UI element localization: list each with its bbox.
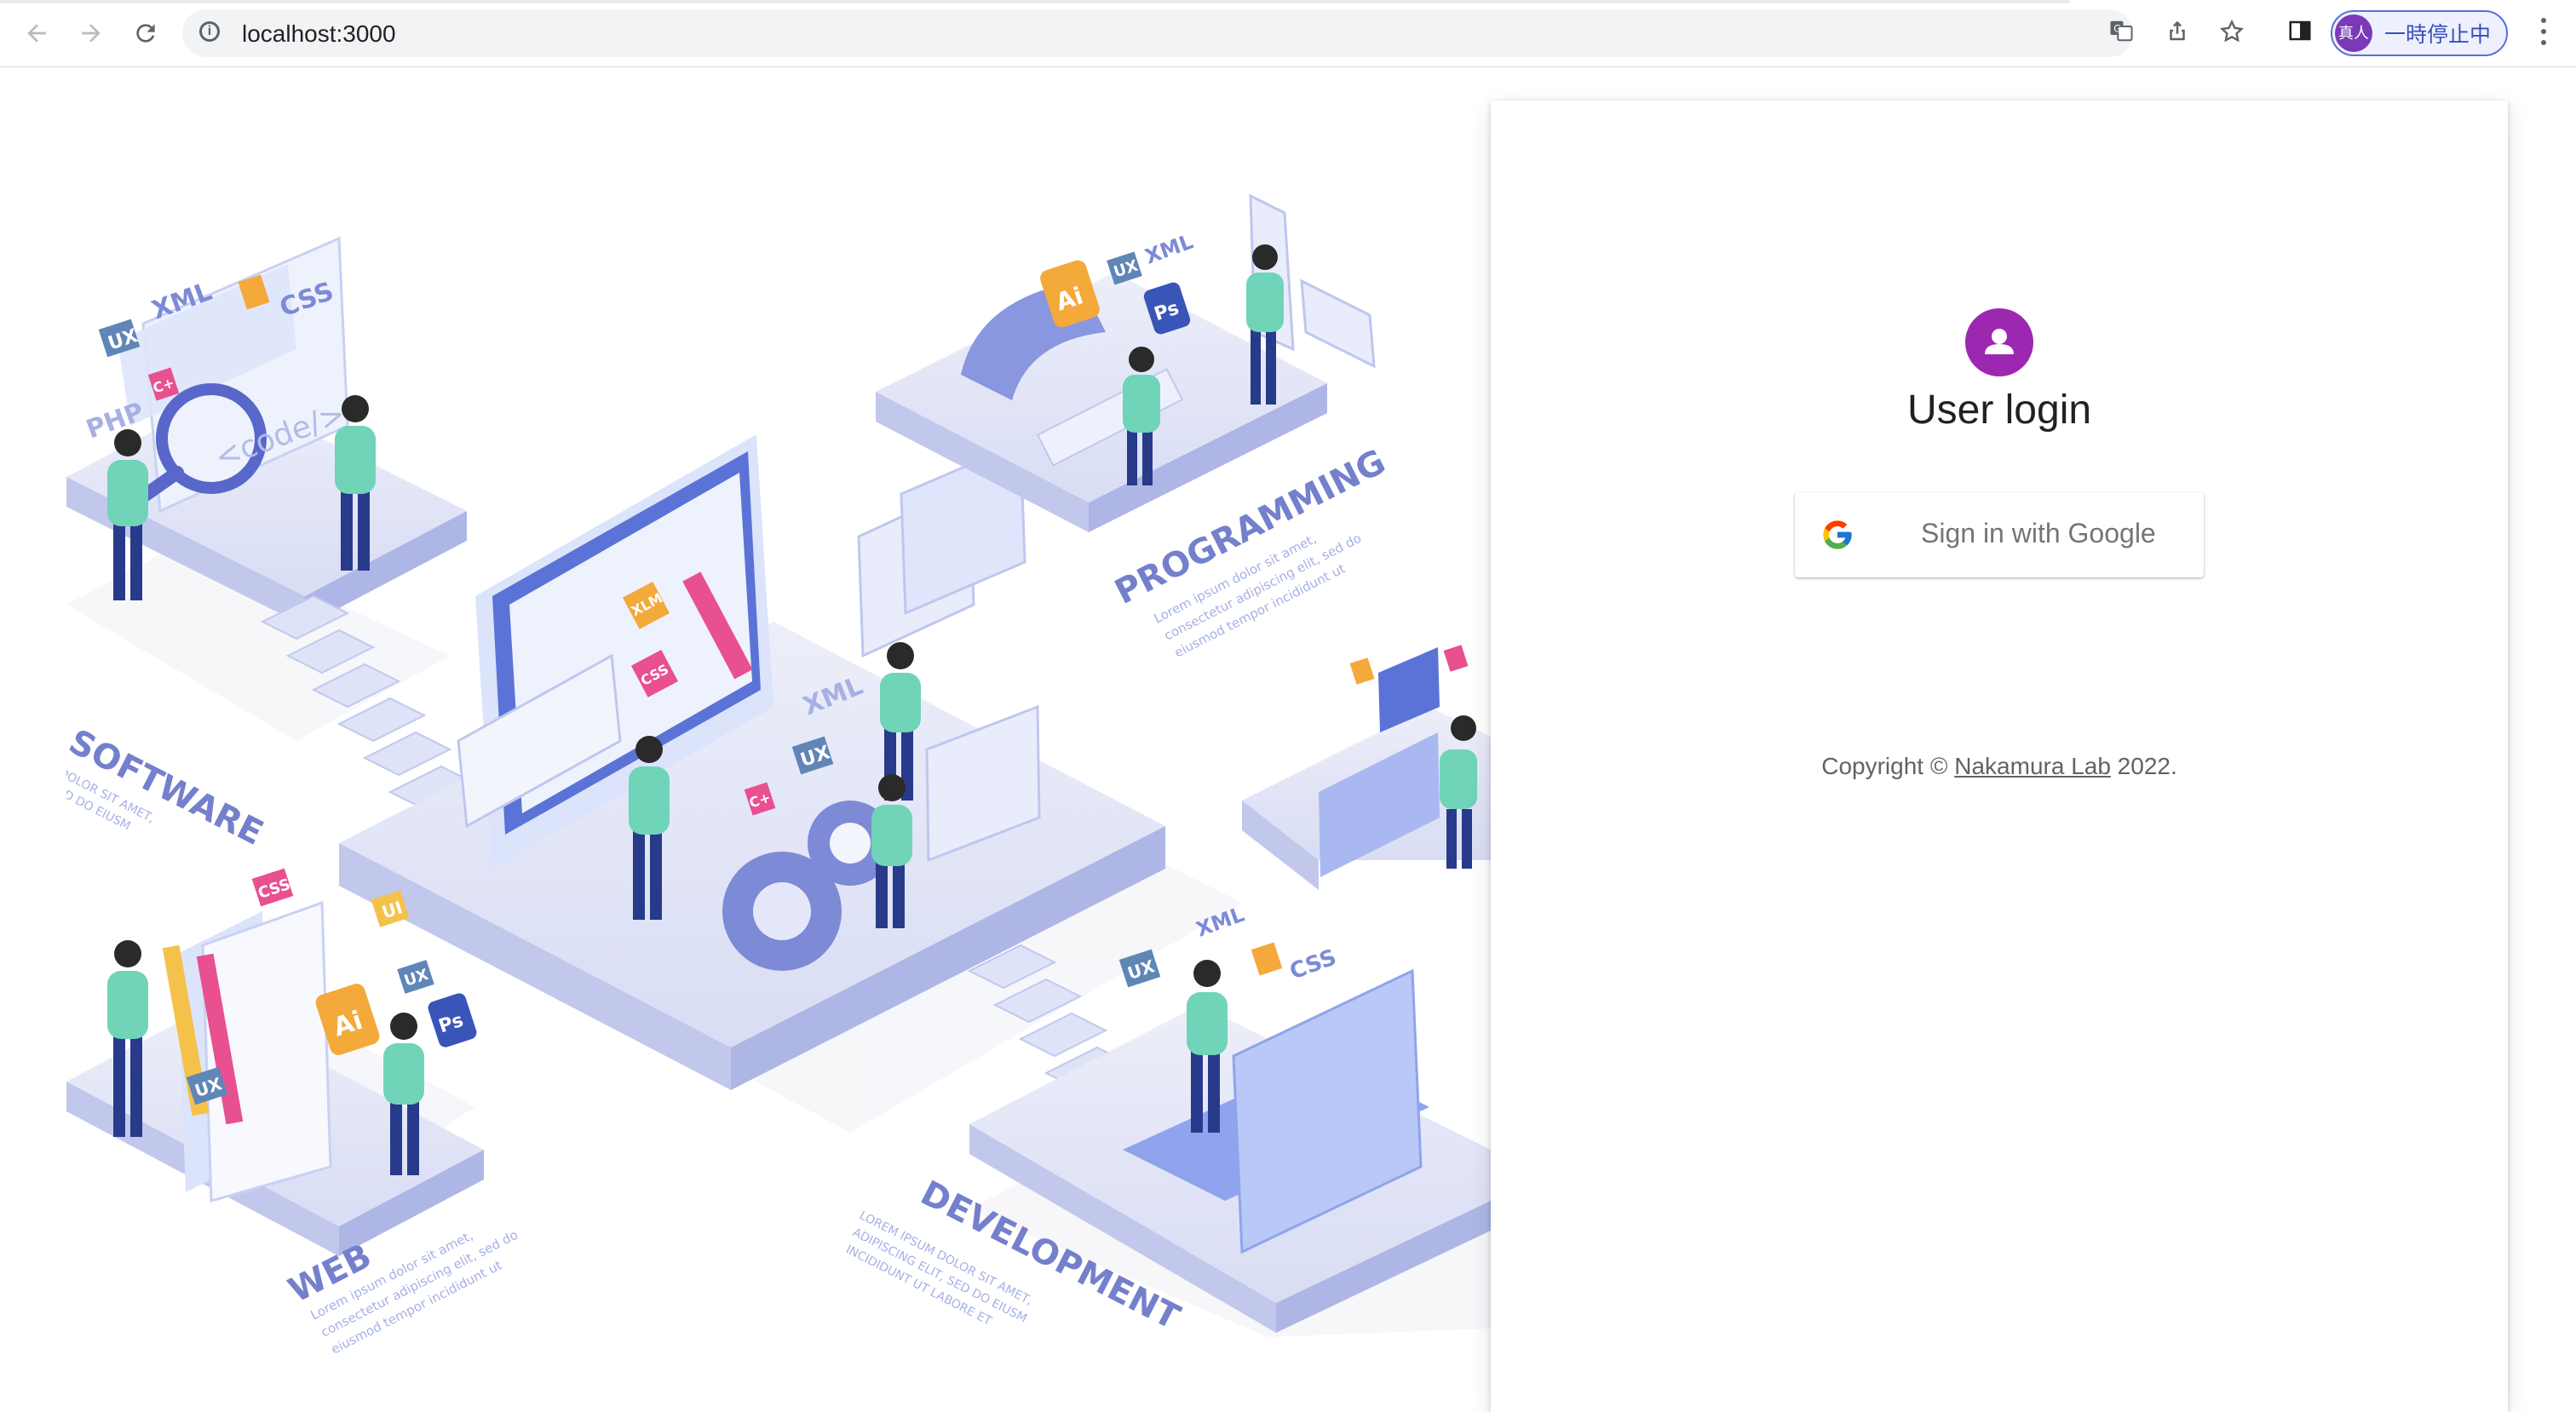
translate-icon[interactable]: G [2106,18,2136,49]
google-signin-label: Sign in with Google [1921,518,2156,548]
login-panel: User login Sign in with Google Copyright… [1491,100,2508,1412]
share-icon[interactable] [2162,18,2193,49]
svg-text:G: G [2113,23,2121,34]
svg-text:CSS: CSS [1286,944,1340,984]
side-panel-icon[interactable] [2285,18,2315,49]
person-icon [1965,308,2033,376]
profile-button[interactable]: 真人 一時停止中 [2331,10,2508,56]
site-info-icon[interactable]: i [199,21,220,42]
svg-text:XML: XML [1141,230,1196,269]
hero-illustration: <code/> UX XML CSS C+ PHP SOFTWARE DOLOR… [48,94,1491,1371]
google-signin-button[interactable]: Sign in with Google [1795,492,2204,577]
page-load-progress [0,0,2070,3]
copyright-prefix: Copyright © [1821,753,1955,779]
profile-status: 一時停止中 [2384,23,2492,47]
reload-icon[interactable] [124,12,167,55]
copyright: Copyright © Nakamura Lab 2022. [1491,753,2508,780]
bookmark-star-icon[interactable] [2217,18,2247,49]
login-title: User login [1906,387,2092,433]
software-platform: <code/> UX XML CSS C+ PHP SOFTWARE DOLOR… [48,236,478,853]
forward-icon[interactable] [70,12,112,55]
copyright-suffix: 2022. [2110,753,2177,779]
profile-avatar: 真人 [2335,14,2372,52]
menu-icon[interactable] [2527,12,2561,55]
google-icon [1820,518,1854,552]
nakamura-lab-link[interactable]: Nakamura Lab [1954,753,2111,779]
address-bar[interactable]: i localhost:3000 G [182,9,2133,57]
back-icon[interactable] [15,12,58,55]
workstation-platform [1242,645,1491,890]
browser-toolbar: i localhost:3000 G 真人 一時停止中 [0,0,2576,67]
url-text: localhost:3000 [242,20,396,47]
